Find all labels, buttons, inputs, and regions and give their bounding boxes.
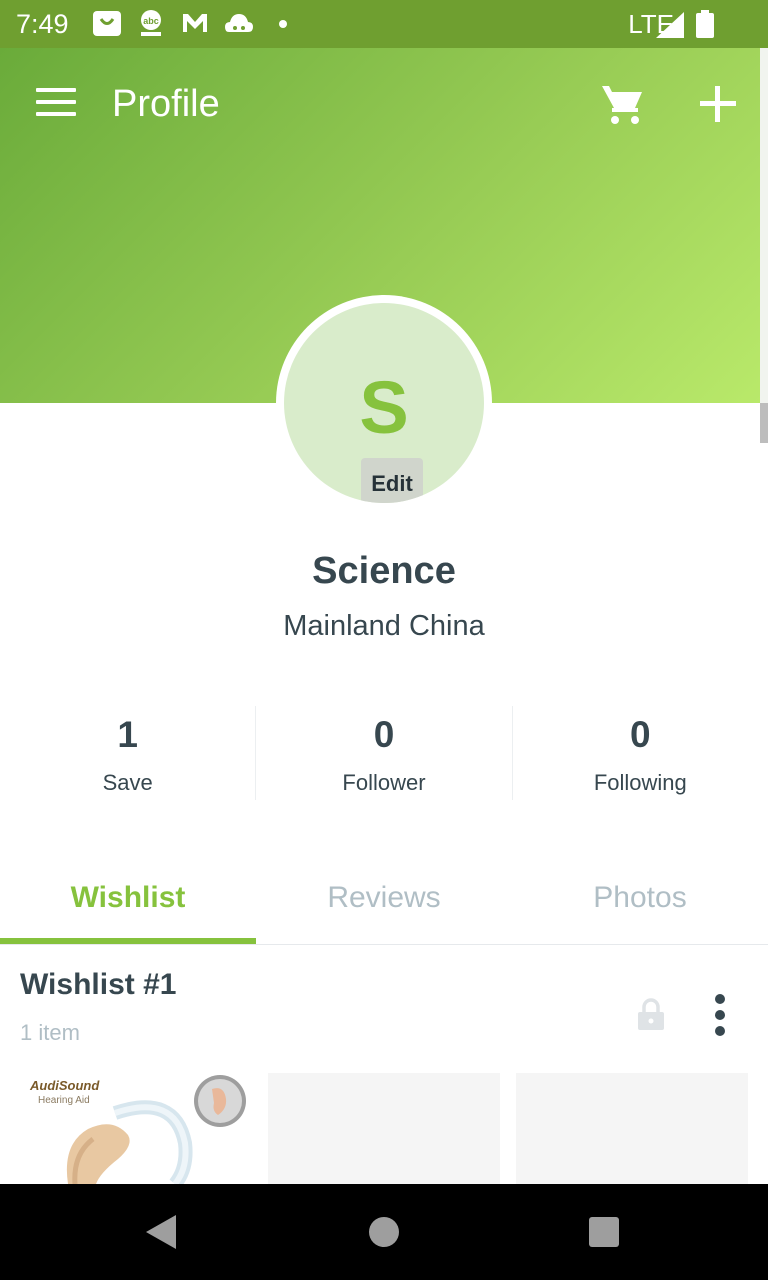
- abc-news-icon: abc: [136, 8, 166, 38]
- menu-icon[interactable]: [36, 88, 76, 118]
- recent-apps-icon[interactable]: [589, 1217, 619, 1247]
- stat-label: Follower: [342, 770, 426, 795]
- add-icon[interactable]: [698, 84, 738, 124]
- stat-label: Following: [593, 770, 687, 795]
- scrollbar-thumb[interactable]: [760, 403, 768, 443]
- lock-icon: [638, 998, 664, 1030]
- edit-avatar-button[interactable]: Edit: [361, 458, 423, 503]
- stats-row: 1 Save 0 Follower 0 Following: [0, 706, 768, 800]
- more-options-icon[interactable]: [712, 994, 728, 1042]
- wishlist-item-thumbnail[interactable]: AudiSound Hearing Aid: [20, 1073, 252, 1184]
- home-icon[interactable]: [369, 1217, 399, 1247]
- wishlist-count: 1 item: [20, 1020, 80, 1045]
- stat-following[interactable]: 0 Following: [511, 706, 768, 800]
- stat-count: 0: [373, 714, 395, 755]
- notification-icons: abc: [92, 8, 298, 38]
- tab-reviews[interactable]: Reviews: [256, 860, 512, 944]
- back-icon[interactable]: [146, 1215, 176, 1249]
- profile-tabs: Wishlist Reviews Photos: [0, 860, 768, 945]
- scrollbar-track: [760, 48, 768, 443]
- signal-icon: [656, 12, 684, 38]
- gmail-icon: [180, 8, 210, 38]
- stat-follower[interactable]: 0 Follower: [255, 706, 511, 800]
- stat-count: 1: [117, 714, 138, 755]
- wishlist-title[interactable]: Wishlist #1: [20, 968, 176, 1002]
- cloud-icon: [224, 8, 254, 38]
- hearing-aid-image: [66, 1075, 246, 1184]
- user-location: Mainland China: [283, 610, 485, 642]
- stat-save[interactable]: 1 Save: [0, 706, 255, 800]
- svg-text:abc: abc: [143, 16, 159, 26]
- stat-count: 0: [630, 714, 651, 755]
- page-title: Profile: [112, 83, 220, 125]
- tab-photos[interactable]: Photos: [512, 860, 768, 944]
- status-bar: 7:49 abc LTE: [0, 0, 768, 48]
- wishlist-empty-slot: [268, 1073, 500, 1184]
- user-name: Science: [312, 550, 456, 592]
- navigation-bar: [0, 1184, 768, 1280]
- tab-wishlist[interactable]: Wishlist: [0, 860, 256, 944]
- cart-icon[interactable]: [600, 82, 646, 126]
- dot-icon: [268, 8, 298, 38]
- avatar[interactable]: S Edit: [284, 303, 484, 503]
- avatar-letter: S: [359, 366, 409, 449]
- wishlist-empty-slot: [516, 1073, 748, 1184]
- status-time: 7:49: [16, 9, 69, 39]
- active-tab-indicator: [0, 938, 256, 944]
- stat-label: Save: [102, 770, 153, 795]
- shopping-bag-icon: [92, 8, 122, 38]
- avatar-ring: S Edit: [276, 295, 492, 511]
- battery-icon: [696, 10, 714, 38]
